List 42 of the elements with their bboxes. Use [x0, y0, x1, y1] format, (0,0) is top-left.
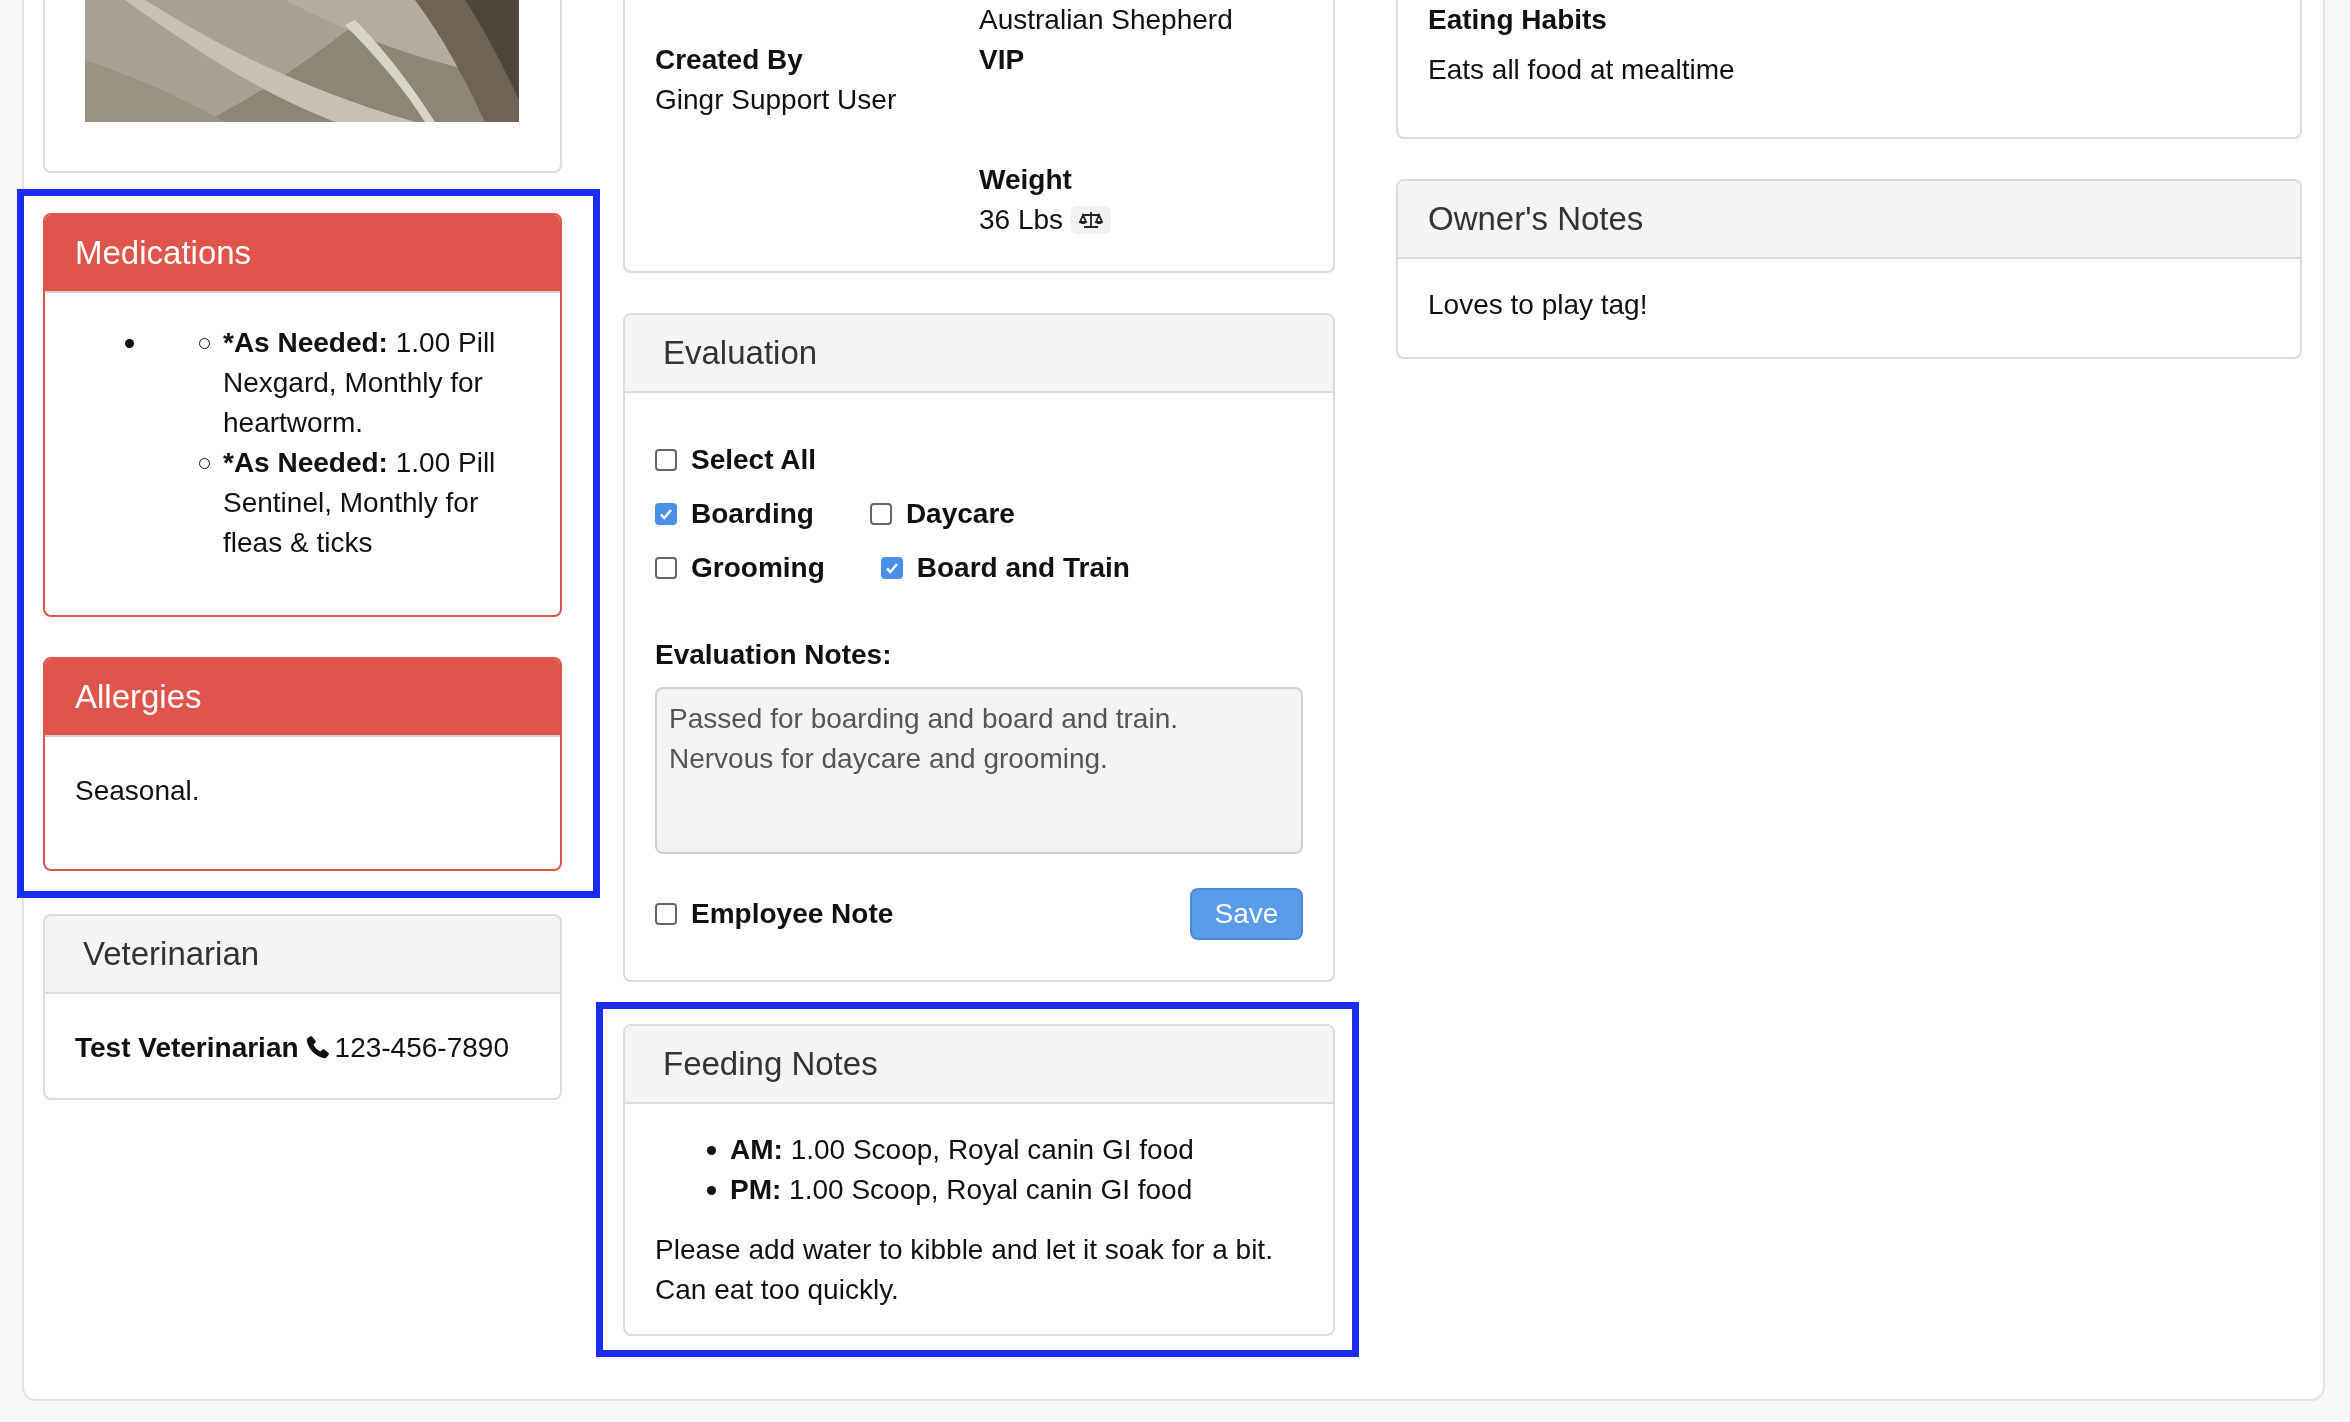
checkbox-label: Select All: [691, 444, 816, 476]
checkbox-label: Boarding: [691, 498, 814, 530]
field-value: Eats all food at mealtime: [1428, 53, 1736, 87]
checkbox-label: Daycare: [905, 498, 1015, 530]
feeding-entry: AM: 1.00 Scoop, Royal canin GI food: [730, 1133, 1194, 1167]
scale-icon[interactable]: [1071, 206, 1112, 234]
card-title: Feeding Notes: [663, 1045, 878, 1083]
card-title: Medications: [75, 234, 252, 272]
bullet-icon: [707, 1185, 716, 1195]
vet-name: Test Veterinarian: [75, 1032, 299, 1063]
field-label: Weight: [979, 163, 1073, 197]
checkbox[interactable]: [655, 449, 677, 471]
checkbox-label: Employee Note: [691, 898, 894, 930]
feeding-entry: PM: 1.00 Scoop, Royal canin GI food: [730, 1173, 1193, 1207]
checkbox-label: Board and Train: [916, 552, 1130, 584]
field-value: 36 Lbs: [979, 203, 1064, 237]
field-value: Australian Shepherd: [979, 3, 1233, 37]
feeding-text: Please add water to kibble and let it soak for a bit. Can eat too quickly.: [655, 1233, 1274, 1307]
field-label: Created By: [655, 43, 804, 77]
medication-entry: *As Needed: 1.00 Pill Sentinel, Monthly for fleas & ticks: [223, 446, 497, 560]
field-label: Eating Habits: [1428, 3, 1608, 37]
allergy-text: Seasonal.: [75, 775, 200, 806]
bullet-icon: [125, 339, 134, 348]
checkbox[interactable]: [655, 557, 677, 579]
notes-label: Evaluation Notes:: [655, 639, 893, 671]
checkbox[interactable]: [655, 903, 677, 925]
field-label: VIP: [979, 43, 1026, 77]
checkbox-label: Grooming: [691, 552, 825, 584]
card-title: Veterinarian: [83, 935, 260, 973]
checkbox[interactable]: [655, 503, 677, 525]
card-title: Evaluation: [663, 334, 818, 372]
checkbox[interactable]: [869, 503, 892, 525]
notes-text: Loves to play tag!: [1428, 289, 1648, 320]
phone-number: 123-456-7890: [334, 1032, 509, 1063]
checkbox[interactable]: [880, 557, 903, 579]
medication-entry: *As Needed: 1.00 Pill Nexgard, Monthly for heartworm.: [223, 326, 497, 440]
card-title: Owner's Notes: [1428, 200, 1644, 238]
card-title: Allergies: [75, 678, 202, 716]
bullet-icon: [707, 1145, 716, 1155]
field-value: Gingr Support User: [655, 83, 898, 117]
phone-icon: [304, 1034, 331, 1060]
notes-field[interactable]: Passed for boarding and board and train. Nervous for daycare and grooming.: [655, 687, 1303, 854]
